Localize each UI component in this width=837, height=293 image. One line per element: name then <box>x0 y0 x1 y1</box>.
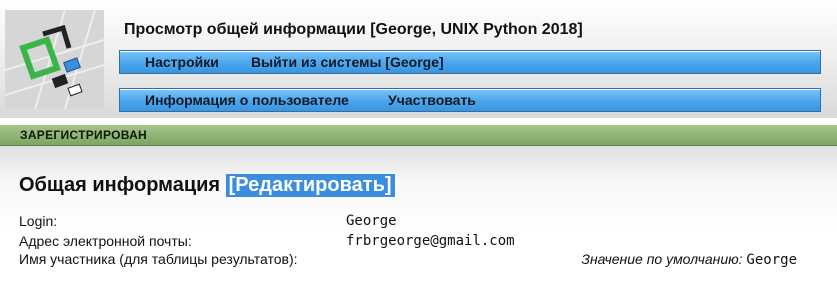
default-label: Значение по умолчанию: <box>581 251 743 267</box>
email-row: Адрес электронной почты: frbrgeorge@gmai… <box>0 233 837 251</box>
login-value: George <box>346 213 397 229</box>
email-value: frbrgeorge@gmail.com <box>346 233 515 249</box>
menu-participate-link[interactable]: Участвовать <box>388 92 476 108</box>
top-menu-bar: Настройки Выйти из системы [George] <box>119 50 821 74</box>
page-title: Просмотр общей информации [George, UNIX … <box>124 21 583 38</box>
ejudge-logo-icon <box>5 10 104 109</box>
name-default: Значение по умолчанию: George <box>581 251 797 268</box>
default-value: George <box>746 252 797 268</box>
main-content: Общая информация [Редактировать] Login: … <box>0 146 837 293</box>
section-title-text: Общая информация <box>19 174 221 196</box>
section-title: Общая информация [Редактировать] <box>19 174 395 197</box>
login-label: Login: <box>19 213 58 229</box>
edit-link[interactable]: [Редактировать] <box>225 174 395 197</box>
status-bar: ЗАРЕГИСТРИРОВАН <box>0 125 837 146</box>
name-label: Имя участника (для таблицы результатов): <box>19 251 298 267</box>
secondary-menu-bar: Информация о пользователе Участвовать <box>119 88 821 112</box>
header: Просмотр общей информации [George, UNIX … <box>0 0 837 118</box>
name-row: Имя участника (для таблицы результатов):… <box>0 251 837 269</box>
registration-status: ЗАРЕГИСТРИРОВАН <box>20 128 148 142</box>
email-label: Адрес электронной почты: <box>19 233 192 249</box>
menu-settings-link[interactable]: Настройки <box>145 54 219 70</box>
login-row: Login: George <box>0 213 837 231</box>
menu-logout-link[interactable]: Выйти из системы [George] <box>251 54 444 70</box>
menu-user-info-link[interactable]: Информация о пользователе <box>145 92 349 108</box>
